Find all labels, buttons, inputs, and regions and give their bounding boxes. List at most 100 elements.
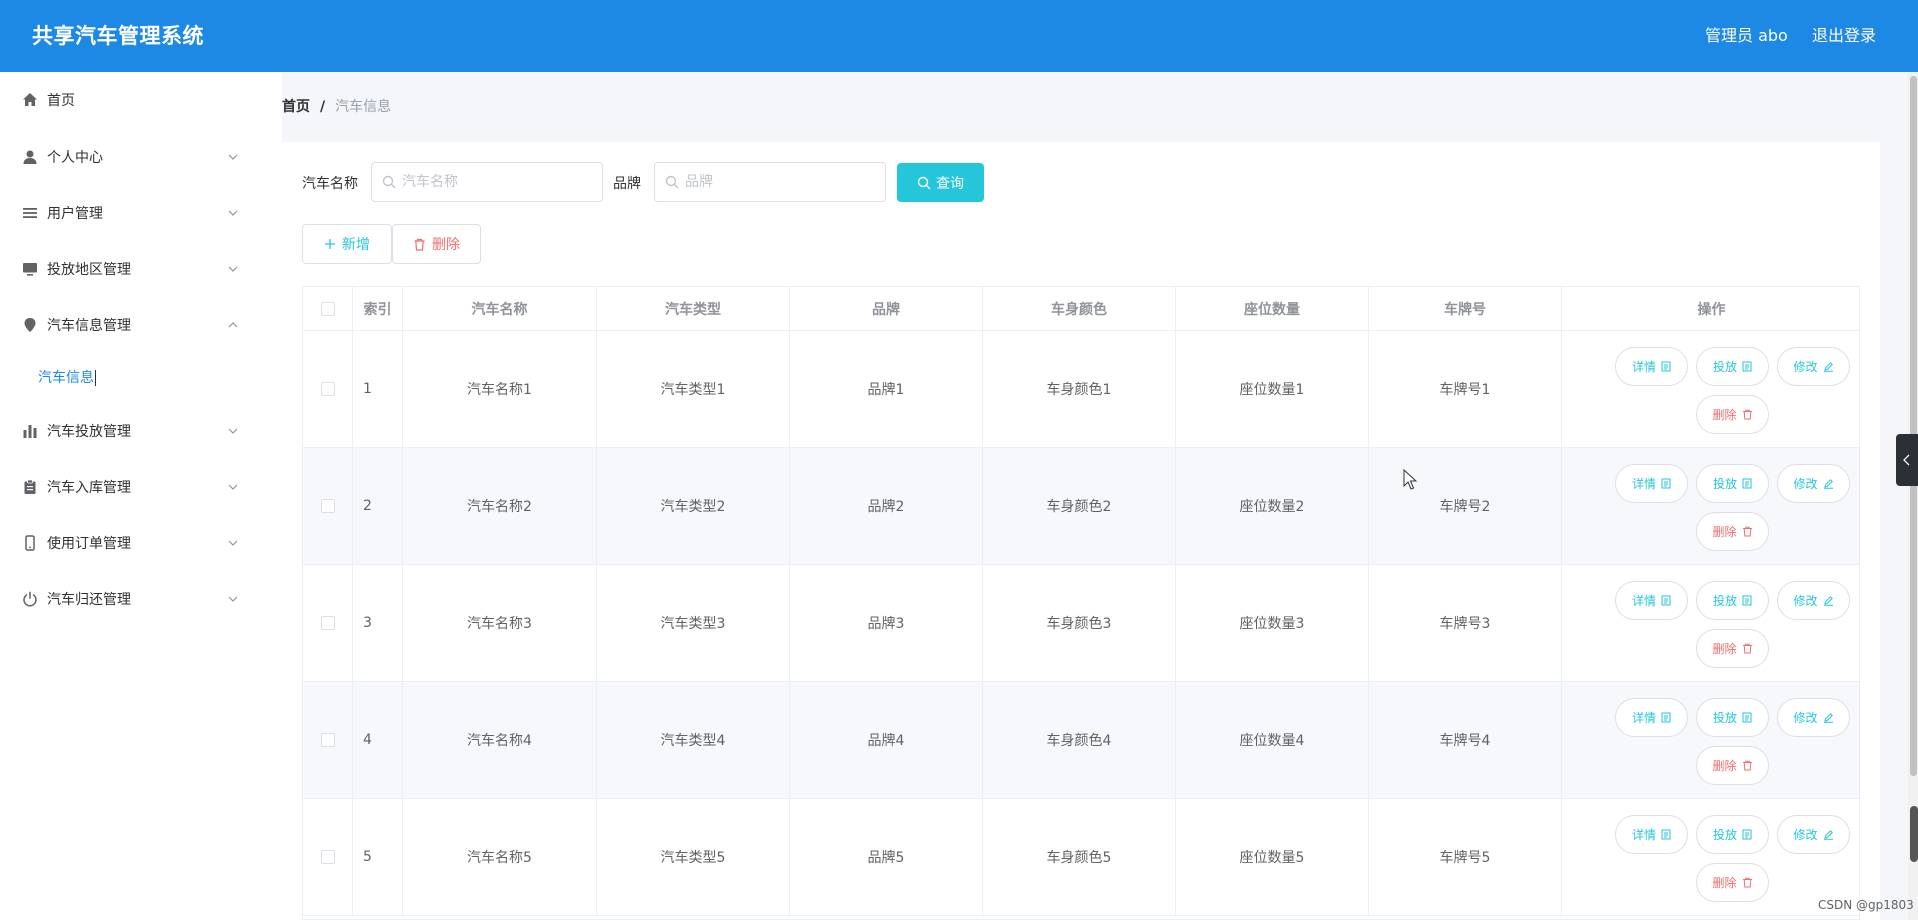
row-checkbox[interactable]	[320, 733, 335, 747]
logout-link[interactable]: 退出登录	[1812, 22, 1876, 46]
deploy-button[interactable]: 投放	[1696, 347, 1769, 386]
deploy-button[interactable]: 投放	[1696, 464, 1769, 503]
cell-plate-number: 车牌号2	[1369, 448, 1562, 564]
collapse-panel-tab[interactable]	[1896, 434, 1918, 486]
detail-button[interactable]: 详情	[1615, 347, 1688, 386]
trash-icon	[1742, 409, 1752, 420]
sidebar-item-car-info-management[interactable]: 汽车信息管理	[0, 305, 282, 345]
detail-button[interactable]: 详情	[1615, 815, 1688, 854]
batch-delete-button[interactable]: 删除	[392, 224, 481, 264]
cell-car-type: 汽车类型1	[597, 331, 790, 447]
delete-button-label: 删除	[1712, 525, 1737, 539]
cell-index: 3	[353, 565, 403, 681]
sidebar-subitem-car-info[interactable]: 汽车信息	[0, 357, 282, 397]
delete-button[interactable]: 删除	[1696, 863, 1769, 902]
edit-button[interactable]: 修改	[1777, 347, 1850, 386]
delete-button[interactable]: 删除	[1696, 629, 1769, 668]
header-actions: 操作	[1697, 301, 1726, 318]
delete-button-label: 删除	[432, 237, 460, 253]
detail-button[interactable]: 详情	[1615, 464, 1688, 503]
row-checkbox[interactable]	[320, 850, 335, 864]
breadcrumb-home[interactable]: 首页	[282, 99, 310, 115]
deploy-button-label: 投放	[1712, 477, 1737, 491]
edit-icon	[1823, 713, 1833, 723]
car-name-input[interactable]	[402, 172, 582, 192]
sidebar-subitem-label: 汽车信息	[38, 370, 96, 386]
delete-button[interactable]: 删除	[1696, 512, 1769, 551]
chevron-up-icon	[228, 322, 238, 328]
header-plate-number: 车牌号	[1369, 287, 1562, 330]
table-row[interactable]: 3 汽车名称3 汽车类型3 品牌3 车身颜色3 座位数量3 车牌号3 详情 投放 修改 删除	[303, 565, 1859, 682]
sidebar-item-home[interactable]: 首页	[0, 80, 282, 120]
table-row[interactable]: 1 汽车名称1 汽车类型1 品牌1 车身颜色1 座位数量1 车牌号1 详情 投放 修改 删除	[303, 331, 1859, 448]
edit-button-label: 修改	[1793, 594, 1818, 608]
sidebar-item-region-management[interactable]: 投放地区管理	[0, 249, 282, 289]
detail-button[interactable]: 详情	[1615, 581, 1688, 620]
edit-button[interactable]: 修改	[1777, 815, 1850, 854]
delete-button[interactable]: 删除	[1696, 746, 1769, 785]
detail-button[interactable]: 详情	[1615, 698, 1688, 737]
trash-icon	[1742, 760, 1752, 771]
car-name-field[interactable]	[371, 162, 603, 202]
edit-icon	[1823, 362, 1833, 372]
deploy-button[interactable]: 投放	[1696, 698, 1769, 737]
deploy-button[interactable]: 投放	[1696, 815, 1769, 854]
cell-body-color: 车身颜色2	[983, 448, 1176, 564]
detail-button-label: 详情	[1631, 711, 1656, 725]
chevron-down-icon	[228, 428, 238, 434]
delete-button-label: 删除	[1712, 408, 1737, 422]
deploy-button-label: 投放	[1712, 360, 1737, 374]
sidebar-item-car-storage-management[interactable]: 汽车入库管理	[0, 467, 282, 507]
add-button[interactable]: 新增	[302, 224, 392, 264]
row-checkbox[interactable]	[320, 616, 335, 630]
cell-seat-count: 座位数量1	[1176, 331, 1369, 447]
page-scrollbar-thumb[interactable]	[1910, 76, 1917, 776]
chevron-down-icon	[228, 154, 238, 160]
select-all-checkbox[interactable]	[320, 301, 335, 316]
cell-plate-number: 车牌号1	[1369, 331, 1562, 447]
delete-button[interactable]: 删除	[1696, 395, 1769, 434]
delete-button-label: 删除	[1712, 876, 1737, 890]
header-seat-count: 座位数量	[1176, 287, 1369, 330]
sidebar-item-car-return-management[interactable]: 汽车归还管理	[0, 579, 282, 619]
brand-field[interactable]	[654, 162, 886, 202]
edit-button[interactable]: 修改	[1777, 581, 1850, 620]
breadcrumb-separator: /	[320, 99, 326, 115]
scroll-handle[interactable]	[1910, 806, 1918, 862]
deploy-button[interactable]: 投放	[1696, 581, 1769, 620]
location-icon	[22, 317, 38, 333]
sidebar-item-car-deploy-management[interactable]: 汽车投放管理	[0, 411, 282, 451]
bar-chart-icon	[22, 423, 38, 439]
row-checkbox[interactable]	[320, 499, 335, 513]
cell-seat-count: 座位数量2	[1176, 448, 1369, 564]
cell-brand: 品牌2	[790, 448, 983, 564]
sidebar-item-user-management[interactable]: 用户管理	[0, 193, 282, 233]
edit-button-label: 修改	[1793, 477, 1818, 491]
table-header: 索引 汽车名称 汽车类型 品牌 车身颜色 座位数量 车牌号 操作	[303, 287, 1859, 331]
sidebar-item-order-management[interactable]: 使用订单管理	[0, 523, 282, 563]
delete-button-label: 删除	[1712, 642, 1737, 656]
table-row[interactable]: 4 汽车名称4 汽车类型4 品牌4 车身颜色4 座位数量4 车牌号4 详情 投放 修改 删除	[303, 682, 1859, 799]
user-icon	[22, 149, 38, 165]
select-all-cell	[303, 287, 353, 330]
deploy-button-label: 投放	[1712, 594, 1737, 608]
list-icon	[22, 205, 38, 221]
query-button[interactable]: 查询	[897, 163, 984, 202]
watermark: CSDN @gp1803	[1818, 898, 1914, 912]
cell-body-color: 车身颜色5	[983, 799, 1176, 915]
row-checkbox[interactable]	[320, 382, 335, 396]
cell-brand: 品牌1	[790, 331, 983, 447]
table-row[interactable]: 5 汽车名称5 汽车类型5 品牌5 车身颜色5 座位数量5 车牌号5 详情 投放 修改 删除	[303, 799, 1859, 916]
sidebar-item-personal-center[interactable]: 个人中心	[0, 137, 282, 177]
sidebar-item-label: 个人中心	[47, 150, 103, 166]
deploy-button-label: 投放	[1712, 711, 1737, 725]
cell-car-name: 汽车名称2	[403, 448, 597, 564]
chevron-down-icon	[228, 210, 238, 216]
car-info-table: 索引 汽车名称 汽车类型 品牌 车身颜色 座位数量 车牌号 操作 1 汽车名称1 汽…	[302, 286, 1860, 920]
brand-input[interactable]	[685, 172, 865, 192]
edit-button[interactable]: 修改	[1777, 464, 1850, 503]
cell-plate-number: 车牌号4	[1369, 682, 1562, 798]
edit-button[interactable]: 修改	[1777, 698, 1850, 737]
table-row[interactable]: 2 汽车名称2 汽车类型2 品牌2 车身颜色2 座位数量2 车牌号2 详情 投放 修改 删除	[303, 448, 1859, 565]
cell-plate-number: 车牌号3	[1369, 565, 1562, 681]
